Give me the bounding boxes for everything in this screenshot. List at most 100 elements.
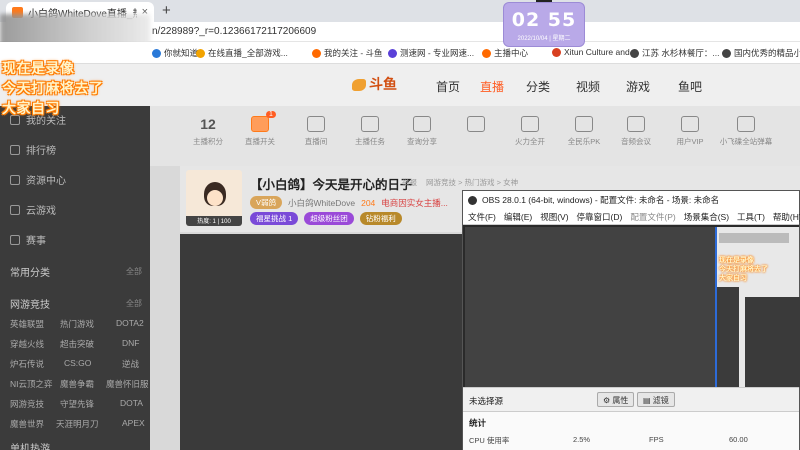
obs-menu-profile[interactable]: 配置文件(P) [630,211,675,223]
tool-fire[interactable]: 火力全开 [500,116,560,147]
sidebar-game-link[interactable]: 英雄联盟 [10,318,44,330]
tool-score[interactable]: 12 主播积分 [178,116,238,147]
sidebar-game-link[interactable]: DOTA [120,398,143,408]
sidebar-game-link[interactable]: 热门游戏 [60,318,94,330]
nav-games[interactable]: 游戏 [626,78,650,95]
sidebar-game-link[interactable]: CS:GO [64,358,91,368]
report-link[interactable]: 举报 [402,177,417,188]
sidebar-game-link[interactable]: 穿越火线 [10,338,44,350]
bookmark-item[interactable]: 江苏 水杉林餐厅：... [630,47,719,59]
fish-logo-icon [352,79,366,92]
fans-count: 204 [361,197,376,208]
sidebar-game-link[interactable]: 炉石传说 [10,358,44,370]
obs-captured-preview[interactable]: 现在是录像 今天打麻将去了 大家自习 [715,227,800,387]
sidebar-game-link[interactable]: NI云顶之弈 [10,378,53,390]
sidebar-game-link[interactable]: DOTA2 [116,318,144,328]
sidebar-item-cloud-game[interactable]: 云游戏 [10,202,56,217]
sidebar-game-link[interactable]: 网游竞技 [10,398,44,410]
bookmark-icon [630,48,639,58]
tool-share[interactable]: 查询分享 [392,116,452,147]
bookmark-icon [196,48,205,58]
level-pill: V弱鸽 [250,196,283,209]
tool-vip[interactable]: 用户VIP [660,116,720,147]
clock-date: 2022/10/04 | 星期二 [517,36,571,42]
sidebar-game-link[interactable]: DNF [122,338,139,348]
clock-widget: 02 55 2022/10/04 | 星期二 [504,3,584,46]
challenge-pill[interactable]: 福星挑战 1 [250,212,299,225]
sidebar-game-link[interactable]: 魔兽争霸 [60,378,94,390]
obs-preview-canvas[interactable]: 现在是录像 今天打麻将去了 大家自习 [465,227,800,387]
sidebar-game-link[interactable]: 魔兽怀旧服 [106,378,149,390]
sidebar-item-events[interactable]: 赛事 [10,232,46,247]
sidebar-game-link[interactable]: 守望先锋 [60,398,94,410]
badge-row: 福星挑战 1 超级粉丝团 钻粉福利 [250,212,402,225]
obs-menu-file[interactable]: 文件(F) [468,211,496,223]
sidebar-more-link[interactable]: 全部 [126,266,142,277]
tool-pk[interactable]: 全民乐PK [554,116,614,147]
pulse-icon [307,116,325,132]
streamer-name[interactable]: 小白鸽WhiteDove [288,197,355,209]
obs-menu-edit[interactable]: 编辑(E) [504,211,532,223]
sidebar-section-games: 网游竞技 [10,300,50,311]
nav-home[interactable]: 首页 [436,78,460,95]
sidebar-item-resources[interactable]: 资源中心 [10,172,66,187]
sidebar-game-link[interactable]: APEX [122,418,145,428]
obs-menu-scene-collection[interactable]: 场景集合(S) [684,211,729,223]
tool-tasks[interactable]: 主播任务 [340,116,400,147]
diamond-fan-pill[interactable]: 钻粉福利 [359,212,402,225]
live-switch-icon [251,116,269,132]
nav-live[interactable]: 直播 [480,78,504,95]
obs-stats-panel: 统计 CPU 使用率 2.5% FPS 60.00 [463,411,799,450]
sidebar-section-common: 常用分类 [10,268,50,279]
bookmark-item[interactable]: 国内优秀的精品小... [722,47,800,59]
nav-category[interactable]: 分类 [526,78,550,95]
douyu-logo[interactable]: 斗鱼 [352,74,397,94]
stat-fps-label: FPS [649,435,664,444]
sidebar-game-link[interactable]: 逆战 [122,358,139,370]
sidebar-game-link[interactable]: 超击突破 [60,338,94,350]
tool-ufo[interactable]: 小飞碟全站弹幕 [716,116,776,147]
room-title: 【小白鸽】今天是开心的日子 [250,178,413,192]
tool-gift[interactable] [446,116,506,136]
bookmark-item[interactable]: 我的关注 - 斗鱼 [312,47,383,59]
left-sidebar: 我的关注 排行榜 资源中心 云游戏 赛事 常用分类 全部 网游竞技 全部 英雄联… [0,106,150,450]
streamer-avatar[interactable]: 热度: 1 | 100 [186,170,242,226]
bookmark-icon [152,48,161,58]
pk-icon [575,116,593,132]
video-player[interactable] [180,234,464,450]
bookmark-icon [482,48,491,58]
fan-club-pill[interactable]: 超级粉丝团 [304,212,354,225]
overlay-line-1: 现在是录像 [2,60,75,76]
sidebar-more-link[interactable]: 全部 [126,298,142,309]
rank-icon [10,144,20,155]
preview-tabbar [719,233,789,243]
obs-menu-docks[interactable]: 停靠窗口(D) [577,211,623,223]
tool-room[interactable]: 直播间 [286,116,346,147]
nav-video[interactable]: 视频 [576,78,600,95]
obs-menu-view[interactable]: 视图(V) [540,211,568,223]
sidebar-game-link[interactable]: 天涯明月刀 [56,418,99,430]
stat-fps-value: 60.00 [729,435,748,444]
notice-text: 电商因实女主播... [381,197,448,208]
sidebar-game-link[interactable]: 魔兽世界 [10,418,44,430]
bookmark-item[interactable]: 你就知道 [152,47,198,59]
bookmark-item[interactable]: 主播中心 [482,47,528,59]
properties-button[interactable]: ⚙ 属性 [597,392,635,407]
overlay-line-2: 今天打麻将去了 [2,80,104,96]
filters-button[interactable]: ▤ 滤镜 [637,392,675,407]
obs-titlebar[interactable]: OBS 28.0.1 (64-bit, windows) - 配置文件: 未命名… [463,191,799,209]
obs-menu-tools[interactable]: 工具(T) [737,211,765,223]
stats-header: 统计 [469,418,487,428]
clock-time: 02 55 [511,9,577,31]
sidebar-item-rank[interactable]: 排行榜 [10,142,56,157]
bookmark-item[interactable]: 测速网 - 专业网速... [388,47,474,59]
nav-fishbar[interactable]: 鱼吧 [678,78,702,95]
bookmark-item[interactable]: 在线直播_全部游戏... [196,47,288,59]
tool-audio[interactable]: 音频会议 [606,116,666,147]
obs-source-bar: 未选择源 ⚙ 属性 ▤ 滤镜 [463,387,799,411]
bookmark-item[interactable]: Xitun Culture and... [552,47,637,57]
new-tab-button[interactable]: + [162,2,171,19]
category-breadcrumb[interactable]: 网游竞技 > 热门游戏 > 女神 [426,177,518,188]
tool-live-switch[interactable]: 1 直播开关 [230,111,290,147]
obs-menu-help[interactable]: 帮助(H) [773,211,800,223]
